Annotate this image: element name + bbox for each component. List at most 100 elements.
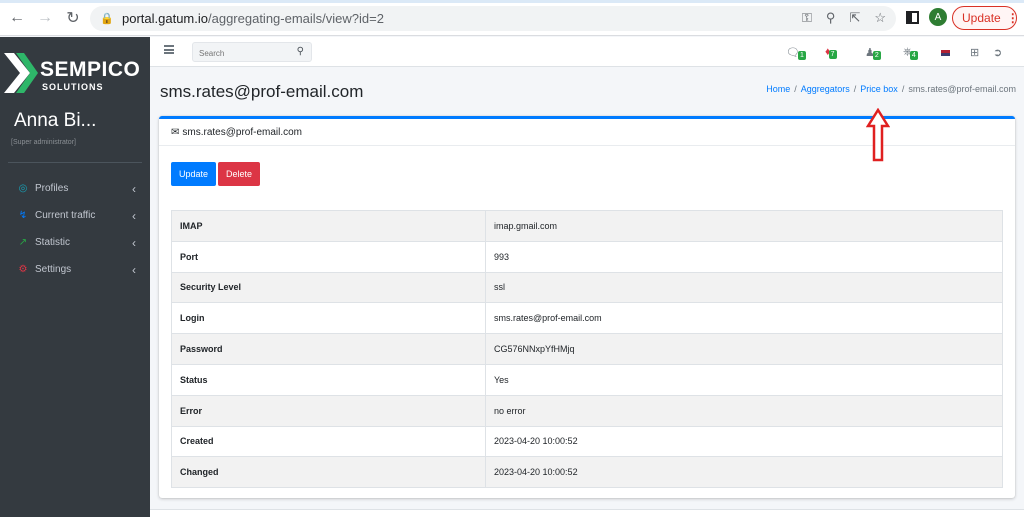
notification-badge: 1 (797, 51, 806, 60)
sidebar-item-statistic[interactable]: ↗ Statistic ‹ (0, 229, 150, 256)
tab-strip-edge (0, 0, 1024, 3)
logout-icon[interactable]: ➲ (993, 46, 1002, 59)
brand-name: SEMPICO (40, 58, 141, 81)
browser-update-button[interactable]: Update ⋮ (952, 6, 1019, 30)
reload-icon[interactable]: ↻ (62, 7, 84, 29)
breadcrumb: Home / Aggregators / Price box / sms.rat… (766, 84, 1016, 94)
notification-badge: 4 (909, 51, 918, 60)
card-title: sms.rates@prof-email.com (182, 126, 303, 138)
user-name[interactable]: Anna Bi... (14, 110, 96, 132)
top-navbar: ⚲ 🗨 1 ♦ 7 ♟ 2 ⎈ 4 ⊞ ➲ (150, 37, 1024, 67)
table-row: Status Yes (171, 363, 1003, 396)
address-bar[interactable]: 🔒 portal.gatum.io/aggregating-emails/vie… (90, 6, 896, 31)
row-key: Changed (171, 456, 486, 489)
row-value: 993 (485, 240, 1003, 273)
table-row: Password CG576NNxpYfHMjq (171, 333, 1003, 365)
breadcrumb-separator: / (853, 84, 857, 94)
zoom-icon[interactable]: ⚲ (826, 10, 836, 26)
row-value: CG576NNxpYfHMjq (485, 333, 1003, 365)
url-text[interactable]: portal.gatum.io/aggregating-emails/view?… (122, 11, 384, 26)
table-row: Changed 2023-04-20 10:00:52 (171, 456, 1003, 489)
language-flag-icon[interactable] (941, 50, 950, 56)
delete-button[interactable]: Delete (218, 162, 261, 186)
breadcrumb-aggregators[interactable]: Aggregators (801, 84, 850, 94)
breadcrumb-price-box[interactable]: Price box (860, 84, 898, 94)
search-icon[interactable]: ⚲ (297, 46, 304, 57)
row-value: 2023-04-20 10:00:52 (485, 425, 1003, 458)
profile-avatar[interactable]: A (929, 8, 947, 26)
row-key: Status (171, 363, 486, 396)
key-icon[interactable]: ⚿ (802, 10, 812, 26)
brand-logo[interactable]: SEMPICO SOLUTIONS (0, 51, 150, 95)
breadcrumb-current: sms.rates@prof-email.com (908, 84, 1016, 94)
update-button[interactable]: Update (171, 162, 217, 186)
browser-toolbar: ← → ↻ 🔒 portal.gatum.io/aggregating-emai… (0, 0, 1024, 36)
row-key: Created (171, 425, 486, 458)
user-role: [Super administrator] (11, 139, 76, 146)
lock-icon: 🔒 (100, 13, 114, 25)
side-panel-icon[interactable] (906, 10, 919, 24)
chevron-left-icon: ‹ (132, 208, 136, 223)
table-row: Port 993 (171, 240, 1003, 273)
sidebar-divider (8, 162, 142, 163)
url-path: /aggregating-emails/view?id=2 (208, 11, 384, 26)
plugins-notification[interactable]: ⎈ 4 (903, 46, 918, 60)
row-key: Security Level (171, 271, 486, 304)
row-value: imap.gmail.com (485, 210, 1003, 242)
email-detail-card: ✉ sms.rates@prof-email.com Update Delete… (159, 116, 1015, 498)
envelope-open-icon: ✉ (171, 126, 180, 138)
sidebar-item-settings[interactable]: ⚙ Settings ‹ (0, 256, 150, 283)
table-row: Security Level ssl (171, 271, 1003, 304)
browser-update-label: Update (962, 11, 1001, 25)
row-key: Port (171, 240, 486, 273)
chart-icon: ↗ (18, 237, 28, 248)
search-input[interactable] (193, 44, 288, 63)
sidebar-item-label: Current traffic (35, 210, 96, 221)
row-value: 2023-04-20 10:00:52 (485, 456, 1003, 489)
row-value: sms.rates@prof-email.com (485, 302, 1003, 335)
annotation-arrow-icon (866, 108, 890, 162)
breadcrumb-separator: / (794, 84, 797, 94)
row-key: Password (171, 333, 486, 365)
row-value: Yes (485, 363, 1003, 396)
share-icon[interactable]: ⇱ (849, 10, 860, 26)
sidebar-item-current-traffic[interactable]: ↯ Current traffic ‹ (0, 202, 150, 229)
chevron-left-icon: ‹ (132, 235, 136, 250)
traffic-icon: ↯ (18, 210, 28, 221)
back-icon[interactable]: ← (6, 7, 28, 29)
breadcrumb-home[interactable]: Home (766, 84, 790, 94)
chevron-left-icon: ‹ (132, 181, 136, 196)
users-notification[interactable]: ♟ 2 (865, 46, 881, 60)
page-title: sms.rates@prof-email.com (160, 82, 364, 101)
chevron-left-icon: ‹ (132, 262, 136, 277)
sidebar-menu: ◎ Profiles ‹ ↯ Current traffic ‹ ↗ Stati… (0, 175, 150, 283)
row-key: Login (171, 302, 486, 335)
hamburger-menu-icon[interactable] (164, 45, 174, 54)
row-value: ssl (485, 271, 1003, 304)
footer-strip (150, 509, 1024, 517)
row-value: no error (485, 394, 1003, 427)
table-row: Login sms.rates@prof-email.com (171, 302, 1003, 335)
gears-icon: ⚙ (18, 264, 28, 275)
kebab-menu-icon: ⋮ (1006, 11, 1019, 25)
sidebar-item-profiles[interactable]: ◎ Profiles ‹ (0, 175, 150, 202)
sidebar-item-label: Profiles (35, 183, 69, 194)
forward-icon[interactable]: → (34, 7, 56, 29)
messages-notification[interactable]: 🗨 1 (786, 46, 806, 60)
details-table: IMAP imap.gmail.com Port 993 Security Leve… (171, 210, 1003, 489)
notification-badge: 7 (828, 50, 837, 59)
row-key: Error (171, 394, 486, 427)
row-key: IMAP (171, 210, 486, 242)
table-row: Created 2023-04-20 10:00:52 (171, 425, 1003, 458)
table-row: Error no error (171, 394, 1003, 427)
alerts-notification[interactable]: ♦ 7 (825, 46, 837, 59)
url-host: portal.gatum.io (122, 11, 208, 26)
notification-badge: 2 (872, 51, 881, 60)
sidebar-item-label: Settings (35, 264, 72, 275)
fullscreen-grid-icon[interactable]: ⊞ (970, 46, 979, 59)
profiles-icon: ◎ (18, 183, 28, 194)
logo-chevron-icon (4, 53, 38, 93)
star-icon[interactable]: ☆ (874, 10, 886, 26)
brand-subtitle: SOLUTIONS (42, 82, 104, 92)
breadcrumb-separator: / (901, 84, 905, 94)
